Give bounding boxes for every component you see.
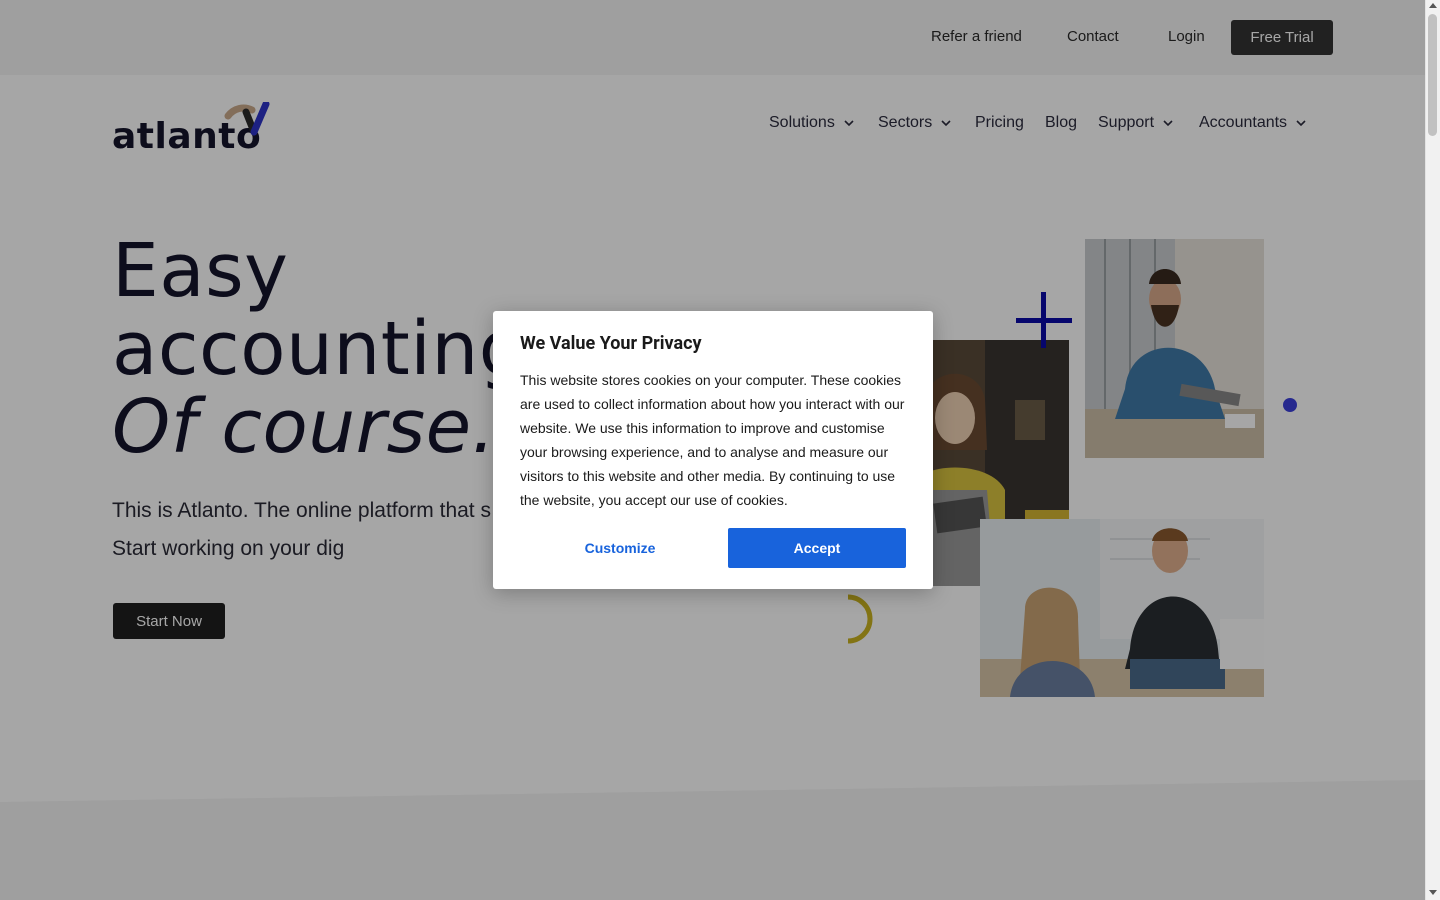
customize-button[interactable]: Customize [520,528,720,568]
cookie-consent-modal: We Value Your Privacy This website store… [493,311,933,589]
vertical-scrollbar[interactable] [1425,0,1440,900]
accept-button[interactable]: Accept [728,528,906,568]
page: Refer a friend Contact Login Free Trial … [0,0,1425,900]
cookie-body: This website stores cookies on your comp… [520,372,905,508]
cookie-title: We Value Your Privacy [520,333,702,354]
scroll-down-arrow-icon[interactable] [1429,890,1437,895]
scroll-up-arrow-icon[interactable] [1429,3,1437,8]
scroll-thumb[interactable] [1428,14,1437,136]
